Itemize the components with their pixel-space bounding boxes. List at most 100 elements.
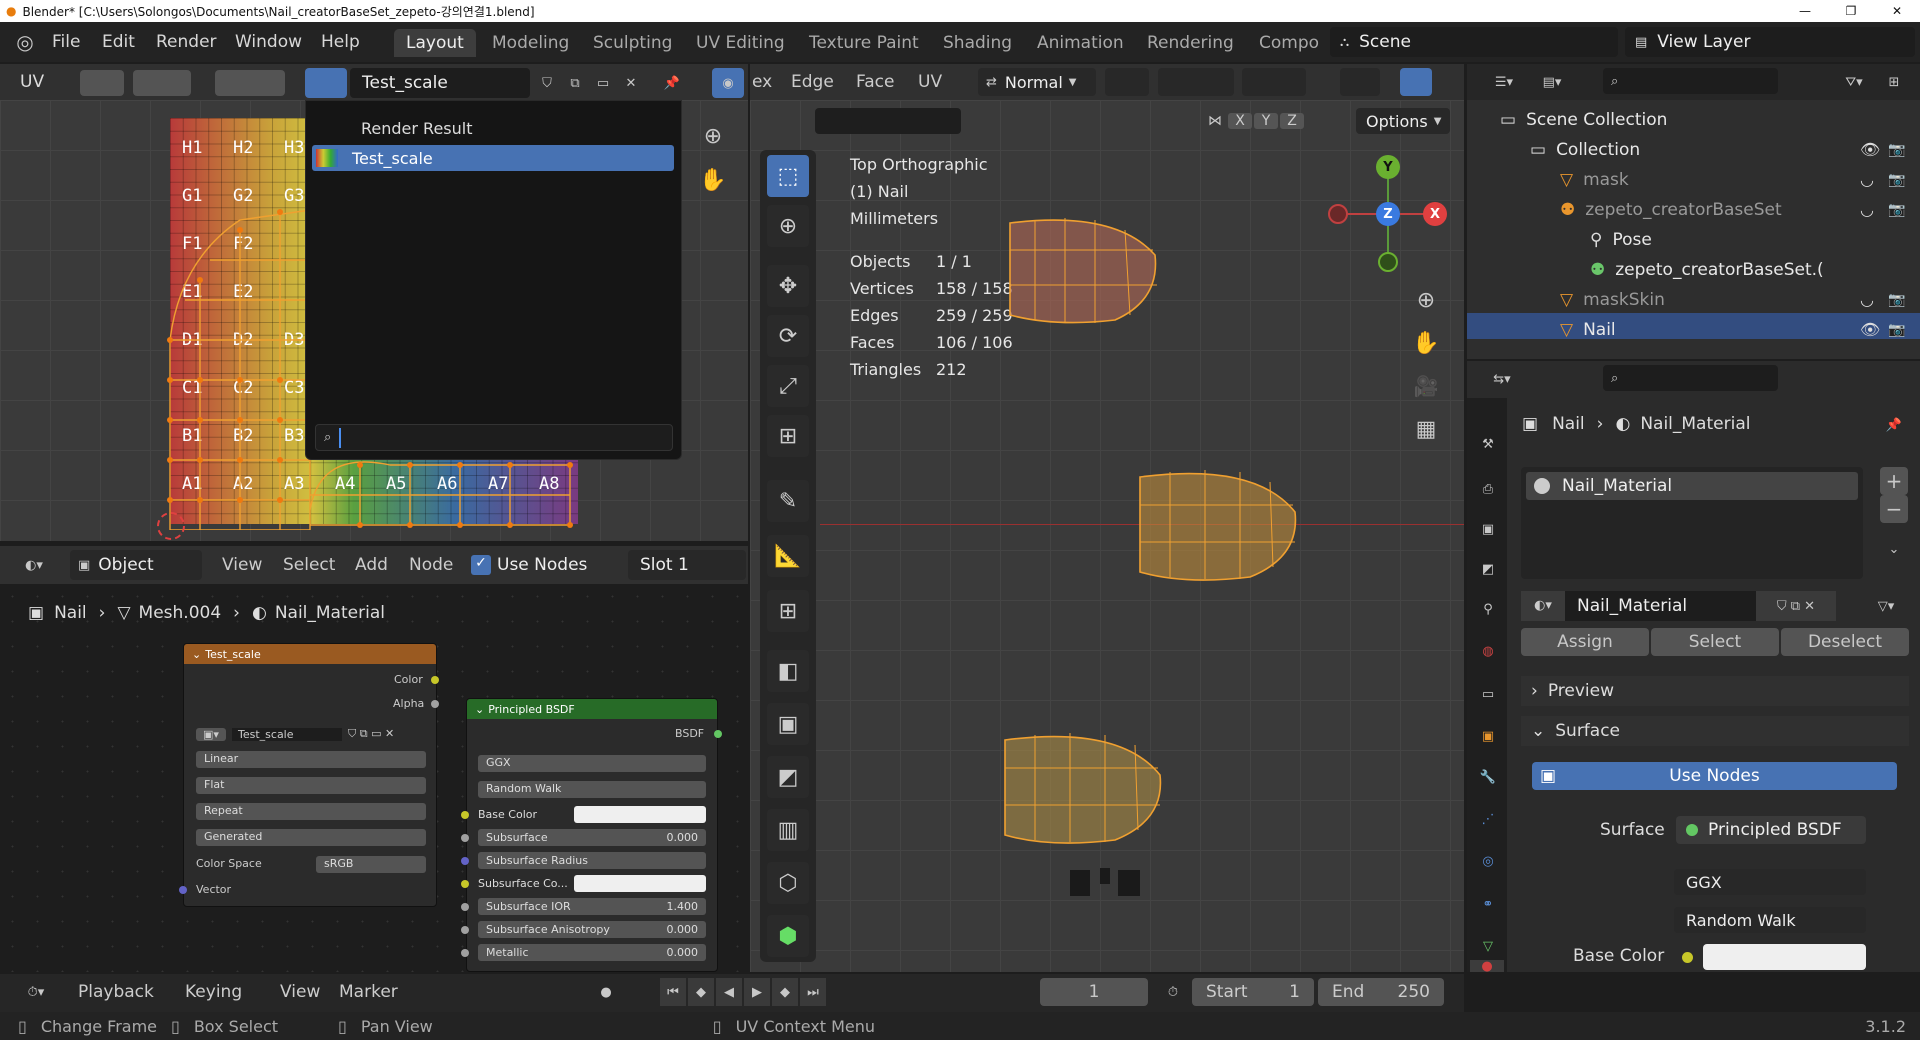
- tex-image-actions-icon[interactable]: ⛉ ⧉ ▭ ✕: [348, 727, 394, 741]
- tab-texture-paint[interactable]: Texture Paint: [797, 29, 931, 57]
- outliner-item[interactable]: ▽ Nail: [1560, 317, 1616, 343]
- tex-image-selector[interactable]: ▣▾ Test_scale ⛉ ⧉ ▭ ✕: [196, 725, 426, 743]
- material-datablock[interactable]: ◐▾ Nail_Material: [1521, 591, 1783, 621]
- data-tab-icon[interactable]: ▽: [1474, 932, 1502, 960]
- maximize-button[interactable]: ❐: [1828, 4, 1874, 18]
- tab-rendering[interactable]: Rendering: [1135, 29, 1246, 57]
- scale-tool-icon[interactable]: ⤢: [767, 365, 809, 407]
- base-color-socket[interactable]: [1682, 952, 1693, 963]
- camera-view-icon[interactable]: 🎥: [1408, 368, 1444, 404]
- outliner-item[interactable]: ▭ Collection: [1530, 137, 1640, 163]
- image-browse-button[interactable]: [305, 68, 347, 98]
- particles-tab-icon[interactable]: ⋰: [1474, 805, 1502, 833]
- outliner-item[interactable]: ▭ Scene Collection: [1500, 107, 1667, 133]
- visibility-button[interactable]: [1340, 68, 1380, 96]
- dropdown-item-render-result[interactable]: Render Result: [361, 119, 472, 138]
- bevel-tool-icon[interactable]: ◩: [767, 756, 809, 798]
- eye-icon[interactable]: 👁: [1860, 317, 1880, 343]
- bsdf-input-socket[interactable]: [461, 926, 469, 934]
- tab-shading[interactable]: Shading: [931, 29, 1024, 57]
- tex-vector-socket[interactable]: [179, 886, 187, 894]
- base-color-swatch[interactable]: [1703, 944, 1866, 970]
- material-link-icon[interactable]: ▽▾: [1862, 591, 1910, 621]
- play-icon[interactable]: ▶: [744, 978, 770, 1006]
- gizmo-y-axis[interactable]: Y: [1376, 155, 1400, 179]
- bsdf-input-socket[interactable]: [461, 903, 469, 911]
- material-tab-icon[interactable]: ●: [1470, 960, 1504, 972]
- dropdown-item-test-scale[interactable]: Test_scale: [312, 145, 674, 171]
- options-dropdown[interactable]: Options ▼: [1356, 108, 1450, 134]
- eye-icon[interactable]: ◡: [1860, 197, 1874, 223]
- eye-icon[interactable]: 👁: [1860, 137, 1880, 163]
- bsdf-input-field[interactable]: Subsurface 0.000: [478, 829, 706, 846]
- sss-method-dropdown[interactable]: Random Walk: [1674, 907, 1866, 933]
- collapse-icon[interactable]: ⌄: [475, 703, 484, 716]
- bsdf-input-field[interactable]: Subsurface Anisotropy 0.000: [478, 921, 706, 938]
- mirror-z[interactable]: Z: [1280, 113, 1304, 129]
- transform-tool-icon[interactable]: ⊞: [767, 415, 809, 457]
- proportional-button[interactable]: [1242, 68, 1306, 96]
- loopcut-tool-icon[interactable]: ▥: [767, 809, 809, 851]
- nail-mesh-bottom[interactable]: [1000, 730, 1170, 845]
- material-browse-icon[interactable]: ◐▾: [1521, 591, 1565, 621]
- bsdf-input-socket[interactable]: [461, 880, 469, 888]
- viewport-menu-uv[interactable]: UV: [918, 72, 942, 92]
- zoom-icon[interactable]: ⊕: [695, 118, 731, 154]
- bsdf-sss-method-dropdown[interactable]: Random Walk: [478, 781, 706, 798]
- view-layer-selector[interactable]: ▤ View Layer: [1625, 27, 1915, 57]
- properties-search[interactable]: ⌕: [1603, 365, 1778, 391]
- new-collection-icon[interactable]: ⊞: [1880, 68, 1908, 96]
- tab-modeling[interactable]: Modeling: [480, 29, 581, 57]
- tool-tab-icon[interactable]: ⚒: [1474, 430, 1502, 458]
- tab-layout[interactable]: Layout: [394, 29, 476, 57]
- use-nodes-checkbox[interactable]: ✓ Use Nodes: [471, 553, 587, 577]
- filter-icon[interactable]: ⛛▾: [1832, 68, 1876, 96]
- tab-animation[interactable]: Animation: [1025, 29, 1136, 57]
- world-tab-icon[interactable]: ◍: [1474, 637, 1502, 665]
- node-menu-view[interactable]: View: [222, 555, 262, 575]
- image-name-field[interactable]: Test_scale: [350, 68, 530, 98]
- select-button[interactable]: Select: [1651, 628, 1779, 656]
- camera-icon[interactable]: 📷: [1888, 197, 1905, 223]
- use-nodes-button[interactable]: ▣ Use Nodes: [1532, 762, 1897, 790]
- snap-button[interactable]: [1158, 68, 1234, 96]
- preview-range-icon[interactable]: ⏱: [1158, 978, 1188, 1006]
- camera-icon[interactable]: 📷: [1888, 137, 1905, 163]
- overlay-toggle-icon[interactable]: ◉: [712, 68, 744, 98]
- select-mode-buttons[interactable]: [815, 108, 961, 134]
- object-tab-icon[interactable]: ▣: [1474, 722, 1502, 750]
- bsdf-input-socket[interactable]: [461, 811, 469, 819]
- current-frame-field[interactable]: 1: [1040, 978, 1148, 1006]
- assign-button[interactable]: Assign: [1521, 628, 1649, 656]
- tex-alpha-socket[interactable]: [431, 700, 439, 708]
- outliner-search[interactable]: ⌕: [1603, 68, 1778, 94]
- 2d-cursor-icon[interactable]: [157, 512, 185, 540]
- orientation-dropdown[interactable]: ⇄ Normal ▼: [978, 68, 1096, 96]
- tex-projection-dropdown[interactable]: Flat: [196, 777, 426, 794]
- gizmo-z-axis[interactable]: Z: [1376, 202, 1400, 226]
- menu-file[interactable]: File: [52, 32, 80, 52]
- uv-mode-label[interactable]: UV: [20, 72, 44, 92]
- eye-icon[interactable]: ◡: [1860, 167, 1874, 193]
- gizmo-x-axis[interactable]: X: [1423, 202, 1447, 226]
- tab-sculpting[interactable]: Sculpting: [581, 29, 684, 57]
- bsdf-input-socket[interactable]: [461, 949, 469, 957]
- material-slot-item[interactable]: Nail_Material: [1526, 472, 1858, 500]
- viewport-menu-face[interactable]: Face: [856, 72, 894, 92]
- viewport-header-ex[interactable]: ex: [752, 72, 772, 92]
- start-frame-field[interactable]: Start 1: [1192, 978, 1314, 1006]
- scene-selector[interactable]: ⛬ Scene: [1330, 27, 1618, 57]
- scene-tab-icon[interactable]: ⚲: [1474, 595, 1502, 623]
- nail-mesh-top[interactable]: [1005, 215, 1165, 327]
- gizmo-neg-y[interactable]: [1378, 252, 1398, 272]
- open-image-icon[interactable]: ▭: [591, 70, 615, 96]
- timeline-type-icon[interactable]: ⏱▾: [14, 978, 58, 1006]
- remove-slot-button[interactable]: −: [1880, 495, 1908, 523]
- mirror-x[interactable]: X: [1228, 113, 1252, 129]
- mirror-y[interactable]: Y: [1254, 113, 1278, 129]
- bsdf-input-socket[interactable]: [461, 857, 469, 865]
- uv-snap-button[interactable]: [133, 70, 191, 96]
- properties-type-icon[interactable]: ⇆▾: [1480, 364, 1524, 394]
- outliner-item[interactable]: ⚉ zepeto_creatorBaseSet.(: [1590, 257, 1824, 283]
- menu-window[interactable]: Window: [235, 32, 302, 52]
